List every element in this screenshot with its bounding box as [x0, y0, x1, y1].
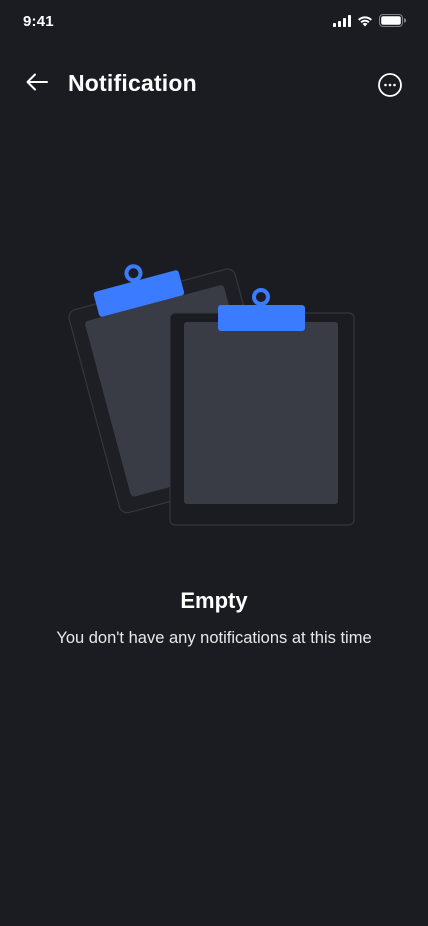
empty-state-subtitle: You don't have any notifications at this…	[56, 629, 372, 647]
more-horizontal-circle-icon	[377, 73, 403, 102]
app-header: Notification	[0, 62, 428, 106]
back-button[interactable]	[22, 70, 52, 98]
status-icons	[333, 14, 407, 32]
more-options-button[interactable]	[377, 72, 403, 98]
cellular-signal-icon	[333, 14, 351, 32]
status-time: 9:41	[23, 13, 54, 30]
arrow-left-icon	[25, 72, 49, 97]
wifi-icon	[357, 14, 373, 32]
front-clipboard	[169, 288, 355, 526]
battery-icon	[379, 14, 407, 32]
status-bar: 9:41	[0, 0, 428, 44]
empty-clipboards-illustration	[60, 240, 370, 540]
page-title: Notification	[68, 70, 197, 96]
empty-state-title: Empty	[180, 588, 248, 613]
notification-screen: 9:41 Notification Empty You don't have a…	[0, 0, 428, 926]
